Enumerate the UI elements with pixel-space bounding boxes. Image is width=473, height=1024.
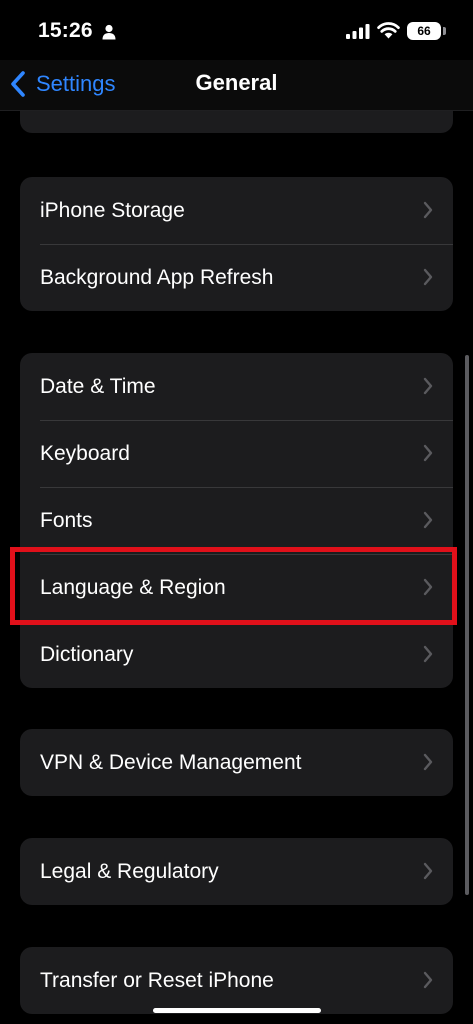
battery-icon: 66 — [407, 22, 441, 40]
row-label: Keyboard — [40, 441, 130, 465]
row-date-time[interactable]: Date & Time — [20, 353, 453, 420]
chevron-right-icon — [423, 971, 433, 989]
row-iphone-storage[interactable]: iPhone Storage — [20, 177, 453, 244]
group-partial-top — [20, 111, 453, 133]
wifi-icon — [377, 22, 400, 39]
row-label: Dictionary — [40, 642, 134, 666]
row-language-region[interactable]: Language & Region — [20, 554, 453, 621]
row-keyboard[interactable]: Keyboard — [20, 420, 453, 487]
battery-level: 66 — [417, 24, 431, 38]
navigation-bar: General Settings — [0, 60, 473, 111]
group-transfer-reset: Transfer or Reset iPhone — [20, 947, 453, 1014]
back-button[interactable]: Settings — [10, 66, 116, 102]
group-storage: iPhone Storage Background App Refresh — [20, 177, 453, 311]
chevron-left-icon — [11, 71, 25, 97]
settings-list[interactable]: iPhone Storage Background App Refresh Da… — [0, 111, 473, 1024]
row-fonts[interactable]: Fonts — [20, 487, 453, 554]
row-label: Legal & Regulatory — [40, 859, 219, 883]
row-label: iPhone Storage — [40, 198, 185, 222]
row-transfer-reset-iphone[interactable]: Transfer or Reset iPhone — [20, 947, 453, 1014]
row-background-app-refresh[interactable]: Background App Refresh — [20, 244, 453, 311]
status-bar: 15:26 66 — [0, 0, 473, 60]
row-label: Fonts — [40, 508, 93, 532]
row-dictionary[interactable]: Dictionary — [20, 621, 453, 688]
row-label: VPN & Device Management — [40, 750, 302, 774]
chevron-right-icon — [423, 578, 433, 596]
home-indicator[interactable] — [153, 1008, 321, 1013]
group-legal: Legal & Regulatory — [20, 838, 453, 905]
chevron-right-icon — [423, 377, 433, 395]
chevron-right-icon — [423, 444, 433, 462]
chevron-right-icon — [423, 645, 433, 663]
row-vpn-device-management[interactable]: VPN & Device Management — [20, 729, 453, 796]
chevron-right-icon — [423, 862, 433, 880]
row-label: Date & Time — [40, 374, 156, 398]
row-label: Transfer or Reset iPhone — [40, 968, 274, 992]
battery-tip — [443, 27, 446, 35]
chevron-right-icon — [423, 201, 433, 219]
status-time: 15:26 — [38, 19, 93, 42]
person-icon — [102, 24, 116, 40]
group-vpn: VPN & Device Management — [20, 729, 453, 796]
scrollbar[interactable] — [465, 355, 469, 895]
chevron-right-icon — [423, 753, 433, 771]
group-locale: Date & Time Keyboard Fonts Language & Re… — [20, 353, 453, 688]
row-label: Language & Region — [40, 575, 226, 599]
cellular-signal-icon — [346, 24, 370, 39]
back-button-label: Settings — [36, 71, 116, 96]
row-label: Background App Refresh — [40, 265, 274, 289]
chevron-right-icon — [423, 268, 433, 286]
row-legal-regulatory[interactable]: Legal & Regulatory — [20, 838, 453, 905]
chevron-right-icon — [423, 511, 433, 529]
